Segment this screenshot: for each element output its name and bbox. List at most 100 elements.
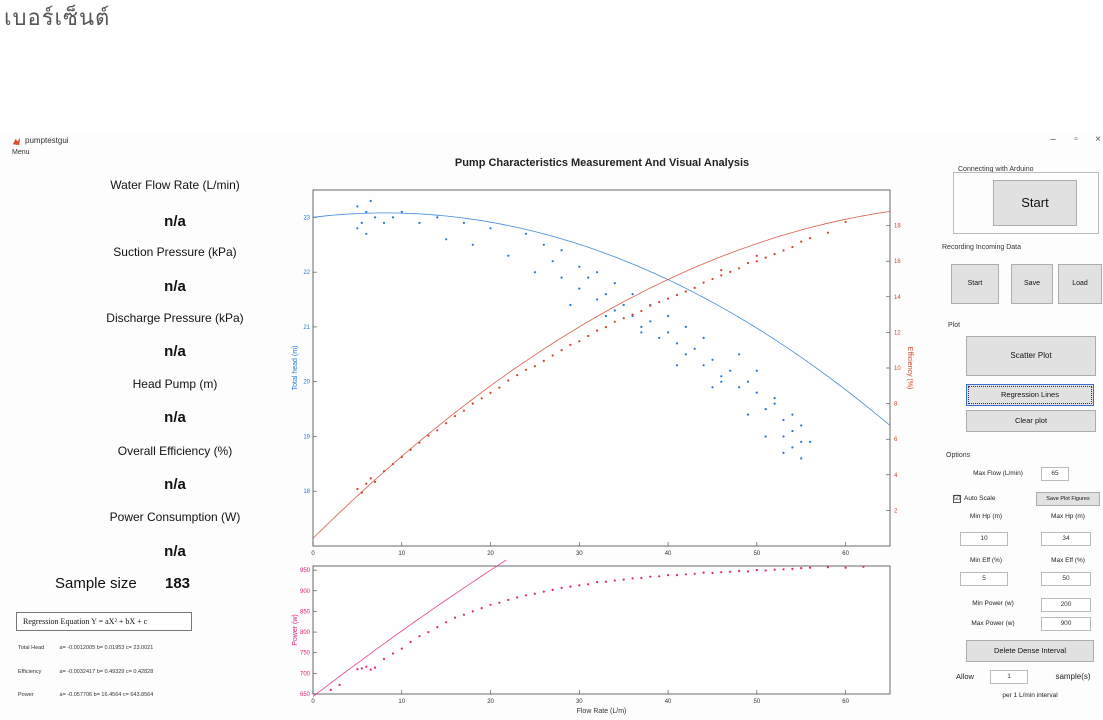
data-point: [360, 221, 363, 224]
y-axis-label: Power (w): [292, 614, 299, 646]
data-point: [604, 293, 607, 296]
data-point: [809, 440, 812, 443]
min-hp-label: Min Hp (m): [969, 513, 1003, 520]
readout-label-suction: Suction Pressure (kPa): [113, 245, 237, 259]
x-tick-label: 60: [842, 551, 849, 557]
coef-name: Total Head: [18, 645, 45, 651]
data-point: [356, 227, 359, 230]
auto-scale-label: Auto Scale: [964, 495, 996, 502]
close-button[interactable]: ×: [1091, 134, 1103, 145]
data-point: [374, 480, 377, 483]
save-plot-figures-button[interactable]: Save Plot Figures: [1036, 492, 1100, 506]
data-point: [524, 368, 528, 371]
data-point: [436, 429, 439, 432]
data-point: [800, 567, 803, 570]
data-point: [480, 397, 483, 400]
data-point: [675, 293, 679, 297]
data-point: [604, 580, 607, 583]
maximize-button[interactable]: ▫: [1069, 134, 1083, 145]
connect-start-button[interactable]: Start: [993, 180, 1077, 226]
data-point: [498, 386, 501, 389]
sample-size-value: 183: [165, 575, 191, 592]
sample-size-label: Sample size: [55, 575, 137, 592]
max-power-input[interactable]: 900: [1041, 617, 1091, 631]
max-eff-input[interactable]: 50: [1041, 572, 1091, 586]
x-tick-label: 30: [576, 551, 583, 557]
x-tick-label: 50: [754, 551, 761, 557]
data-point: [667, 574, 670, 577]
data-point: [489, 227, 492, 230]
data-point: [746, 261, 750, 265]
data-point: [382, 657, 386, 660]
data-point: [445, 621, 448, 624]
data-point: [329, 688, 332, 691]
clear-plot-button[interactable]: Clear plot: [966, 410, 1096, 432]
data-point: [569, 585, 572, 588]
record-start-button[interactable]: Start: [951, 264, 999, 304]
data-point: [360, 491, 363, 494]
data-point: [782, 568, 785, 571]
allow-input[interactable]: 1: [990, 670, 1028, 684]
data-point: [613, 309, 616, 312]
minimize-button[interactable]: –: [1046, 134, 1060, 145]
data-point: [631, 293, 634, 296]
data-point: [613, 320, 616, 323]
y2-tick-label: 18: [894, 224, 901, 230]
data-point: [453, 616, 457, 619]
regression-equation: Regression Equation Y = aX² + bX + c: [16, 612, 192, 631]
plot-title: Pump Characteristics Measurement And Vis…: [454, 157, 750, 169]
y2-tick-label: 12: [894, 330, 901, 336]
min-hp-input[interactable]: 10: [960, 532, 1008, 546]
data-point: [658, 336, 661, 339]
data-point: [720, 375, 723, 378]
data-point: [551, 354, 554, 357]
max-hp-input[interactable]: 34: [1041, 532, 1091, 546]
data-point: [427, 434, 430, 437]
data-point: [418, 441, 421, 444]
scatter-plot-button[interactable]: Scatter Plot: [966, 336, 1096, 376]
data-point: [738, 353, 741, 356]
data-point: [711, 386, 714, 389]
record-save-button[interactable]: Save: [1011, 264, 1053, 304]
y2-tick-label: 10: [894, 366, 901, 372]
data-point: [436, 216, 439, 219]
data-point: [667, 331, 670, 334]
y-axis-label: Total head (m): [292, 346, 299, 391]
min-power-label: Min Power (w): [972, 600, 1014, 607]
matlab-icon: [12, 137, 21, 146]
x-tick-label: 60: [842, 699, 849, 705]
data-point: [507, 254, 510, 257]
y-tick-label: 23: [303, 215, 310, 221]
data-point: [507, 379, 510, 382]
auto-scale-checkbox[interactable]: ☑: [953, 495, 961, 503]
max-flow-input[interactable]: 65: [1041, 467, 1069, 481]
data-point: [684, 290, 687, 293]
data-point: [640, 331, 643, 334]
data-point: [764, 256, 767, 259]
coef-row-power: Power a= -0.057706 b= 16.4564 c= 643.856…: [18, 692, 153, 698]
data-point: [542, 590, 545, 593]
data-point: [649, 304, 652, 307]
data-point: [391, 216, 394, 219]
record-load-button[interactable]: Load: [1058, 264, 1102, 304]
min-power-input[interactable]: 200: [1041, 598, 1091, 612]
min-eff-label: Min Eff (%): [969, 557, 1003, 564]
delete-dense-interval-button[interactable]: Delete Dense Interval: [966, 640, 1094, 662]
data-point: [418, 635, 421, 638]
menu-item-menu[interactable]: Menu: [12, 149, 30, 156]
x-tick-label: 20: [487, 699, 494, 705]
x-tick-label: 0: [311, 551, 315, 557]
data-point: [471, 610, 474, 613]
y-tick-label: 950: [300, 568, 311, 574]
data-point: [418, 221, 421, 224]
title-bar: pumptestgui – ▫ ×: [0, 134, 1103, 150]
data-point: [587, 276, 590, 279]
data-point: [356, 487, 359, 491]
min-eff-input[interactable]: 5: [960, 572, 1008, 586]
data-point: [360, 667, 363, 670]
data-point: [533, 365, 536, 368]
data-point: [711, 277, 714, 281]
x-axis-label: Flow Rate (L/m): [577, 708, 627, 715]
data-point: [791, 446, 794, 449]
regression-lines-button[interactable]: Regression Lines: [966, 384, 1094, 406]
